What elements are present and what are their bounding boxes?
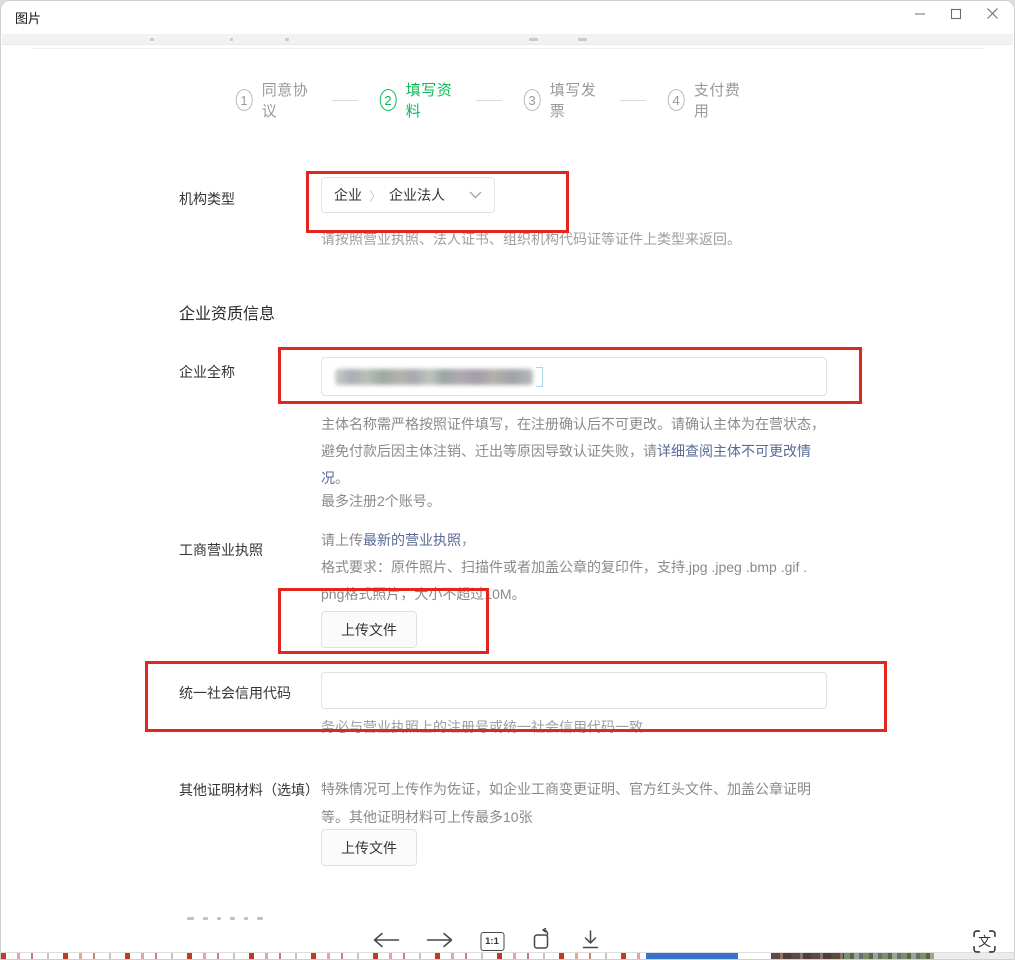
note-text: 。	[335, 470, 349, 486]
org-type-hint: 请按照营业执照、法人证书、组织机构代码证等证件上类型来返回。	[321, 229, 741, 249]
titlebar: 图片	[1, 1, 1014, 31]
ocr-scan-text-icon: 文	[972, 942, 997, 957]
account-limit-note: 最多注册2个账号。	[321, 488, 441, 515]
clipped-browser-bar	[2, 34, 1013, 45]
license-format-line: 格式要求：原件照片、扫描件或者加盖公章的复印件，支持.jpg .jpeg .bm…	[321, 554, 881, 581]
clipped-next-section-title	[187, 917, 263, 920]
redacted-company-name-value	[335, 369, 533, 385]
step-label: 填写发票	[550, 79, 598, 121]
svg-text:文: 文	[977, 934, 990, 949]
step-number-badge: 1	[235, 89, 252, 111]
section-title-enterprise-info: 企业资质信息	[179, 300, 275, 324]
step-number-badge: 3	[523, 89, 540, 111]
next-image-button[interactable]	[425, 931, 454, 952]
step-label: 同意协议	[262, 79, 310, 121]
credit-code-label: 统一社会信用代码	[179, 682, 291, 704]
license-text: ，	[461, 532, 475, 548]
arrow-left-icon	[372, 932, 399, 951]
org-type-main: 企业	[334, 185, 362, 205]
chevron-right-icon: 〉	[369, 186, 382, 205]
previous-image-button[interactable]	[371, 931, 400, 952]
actual-size-button[interactable]: 1:1	[479, 931, 505, 952]
chevron-down-icon	[469, 191, 482, 199]
window-title: 图片	[15, 8, 41, 27]
close-button[interactable]	[974, 2, 1010, 28]
step-number-badge: 2	[379, 89, 396, 111]
other-materials-description: 特殊情况可上传作为佐证，如企业工商变更证明、官方红头文件、加盖公章证明等。其他证…	[321, 775, 837, 831]
other-materials-label: 其他证明材料（选填）	[179, 777, 315, 803]
maximize-icon	[950, 8, 962, 23]
step-label: 支付费用	[694, 79, 742, 121]
credit-code-input[interactable]	[321, 672, 827, 709]
one-to-one-icon: 1:1	[480, 932, 504, 951]
business-license-label: 工商营业执照	[179, 539, 263, 561]
license-text: 请上传	[321, 532, 363, 548]
registration-stepper: 1 同意协议 2 填写资料 3 填写发票 4 支付费用	[235, 79, 742, 121]
rotate-icon	[531, 928, 554, 954]
step-fill-info: 2 填写资料	[379, 79, 453, 121]
step-divider	[620, 100, 646, 101]
download-button[interactable]	[580, 929, 600, 953]
rotate-button[interactable]	[530, 927, 555, 955]
license-line1: 请上传最新的营业执照，	[321, 527, 475, 554]
image-viewer-window: 图片 1 同意协议 2 填写资料 3	[0, 0, 1015, 960]
upload-license-button[interactable]: 上传文件	[321, 611, 417, 648]
minimize-icon	[914, 8, 926, 23]
step-number-badge: 4	[667, 89, 684, 111]
step-divider	[332, 100, 358, 101]
latest-license-link[interactable]: 最新的营业执照	[363, 532, 461, 548]
download-icon	[581, 930, 599, 952]
company-name-note: 主体名称需严格按照证件填写，在注册确认后不可更改。请确认主体为在营状态，避免付款…	[321, 411, 837, 492]
viewer-toolbar: 1:1	[371, 927, 600, 955]
org-type-sub: 企业法人	[389, 185, 445, 205]
license-size-line: png格式照片，大小不超过10M。	[321, 581, 881, 608]
arrow-right-icon	[426, 932, 453, 951]
step-agree: 1 同意协议	[235, 79, 309, 121]
close-icon	[986, 7, 999, 23]
company-name-label: 企业全称	[179, 361, 235, 383]
maximize-button[interactable]	[938, 2, 974, 28]
org-type-dropdown[interactable]: 企业 〉 企业法人	[321, 177, 495, 213]
window-controls	[902, 2, 1010, 28]
extract-text-button[interactable]: 文	[971, 929, 997, 955]
step-pay: 4 支付费用	[667, 79, 741, 121]
step-divider	[476, 100, 502, 101]
company-name-input[interactable]	[321, 357, 827, 396]
upload-other-materials-button[interactable]: 上传文件	[321, 829, 417, 866]
page-top-edge	[31, 48, 984, 49]
step-label: 填写资料	[406, 79, 454, 121]
minimize-button[interactable]	[902, 2, 938, 28]
org-type-label: 机构类型	[179, 188, 235, 210]
step-invoice: 3 填写发票	[523, 79, 597, 121]
credit-code-hint: 务必与营业执照上的注册号或统一社会信用代码一致	[321, 717, 643, 737]
text-cursor	[536, 367, 543, 387]
